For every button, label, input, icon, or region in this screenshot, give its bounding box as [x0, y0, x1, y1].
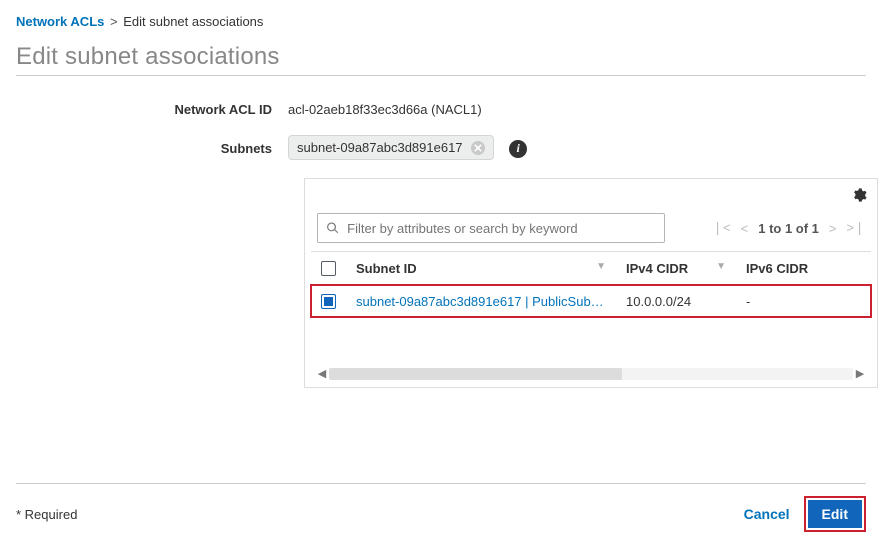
subnet-chip[interactable]: subnet-09a87abc3d891e617: [288, 135, 494, 160]
acl-id-label: Network ACL ID: [16, 98, 288, 117]
acl-id-value: acl-02aeb18f33ec3d66a (NACL1): [288, 98, 866, 117]
subnet-table: Subnet ID▼ IPv4 CIDR▼ IPv6 CIDR subnet-0…: [311, 251, 871, 317]
breadcrumb-separator: >: [110, 14, 118, 29]
header-checkbox-cell: [311, 252, 346, 285]
edit-button-highlight: Edit: [804, 496, 866, 532]
scroll-thumb[interactable]: [329, 368, 622, 380]
sort-icon: ▼: [596, 261, 606, 272]
edit-button[interactable]: Edit: [808, 500, 862, 528]
pager-last-icon[interactable]: >❘: [847, 220, 865, 236]
header-ipv4[interactable]: IPv4 CIDR▼: [616, 252, 736, 285]
ipv6-cell: -: [736, 285, 871, 318]
breadcrumb-current: Edit subnet associations: [123, 14, 263, 29]
row-checkbox[interactable]: [321, 294, 336, 309]
scroll-left-icon[interactable]: ◀: [315, 367, 329, 380]
pager-text: 1 to 1 of 1: [758, 221, 819, 236]
search-input-wrapper[interactable]: [317, 213, 665, 243]
ipv4-cell: 10.0.0.0/24: [616, 285, 736, 318]
table-row[interactable]: subnet-09a87abc3d891e617 | PublicSub… 10…: [311, 285, 871, 318]
breadcrumb: Network ACLs > Edit subnet associations: [16, 14, 866, 29]
pager-next-icon[interactable]: >: [829, 221, 837, 236]
header-ipv6[interactable]: IPv6 CIDR: [736, 252, 871, 285]
subnet-chip-text: subnet-09a87abc3d891e617: [297, 140, 463, 155]
subnet-chip-remove-icon[interactable]: [471, 141, 485, 155]
cancel-button[interactable]: Cancel: [744, 506, 790, 522]
select-all-checkbox[interactable]: [321, 261, 336, 276]
scroll-right-icon[interactable]: ▶: [853, 367, 867, 380]
header-subnet-id[interactable]: Subnet ID▼: [346, 252, 616, 285]
info-icon[interactable]: i: [509, 140, 527, 158]
gear-icon[interactable]: [851, 187, 867, 206]
breadcrumb-root-link[interactable]: Network ACLs: [16, 14, 104, 29]
title-divider: [16, 75, 866, 76]
required-note: * Required: [16, 507, 77, 522]
pager-first-icon[interactable]: ❘<: [712, 220, 730, 236]
search-input[interactable]: [345, 220, 656, 237]
horizontal-scrollbar[interactable]: ◀ ▶: [311, 367, 871, 380]
search-icon: [326, 221, 339, 235]
page-title: Edit subnet associations: [16, 43, 866, 71]
pager: ❘< < 1 to 1 of 1 > >❘: [712, 220, 865, 236]
pager-prev-icon[interactable]: <: [741, 221, 749, 236]
subnets-label: Subnets: [16, 135, 288, 156]
subnet-id-link[interactable]: subnet-09a87abc3d891e617 | PublicSub…: [356, 294, 606, 309]
sort-icon: ▼: [716, 261, 726, 272]
subnet-table-panel: ❘< < 1 to 1 of 1 > >❘ Subnet ID▼ IPv4 CI…: [304, 178, 878, 388]
